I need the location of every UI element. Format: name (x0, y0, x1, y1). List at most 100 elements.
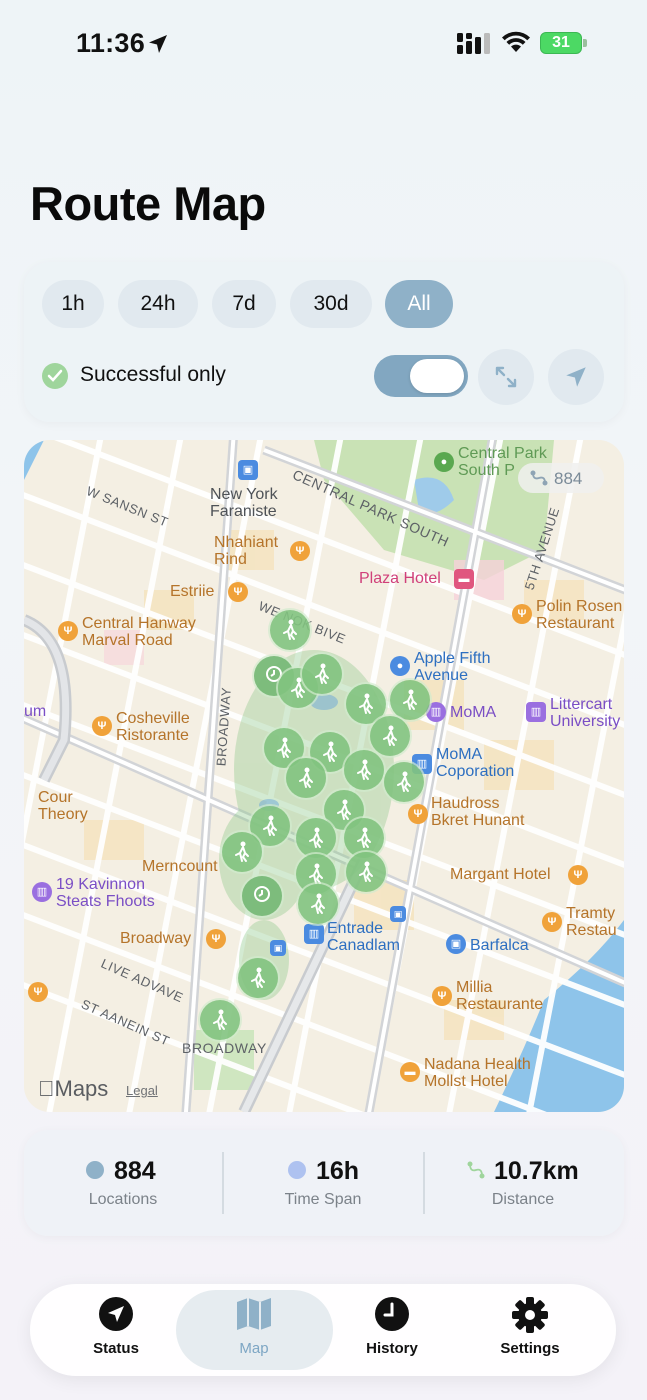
restaurant-icon: Ψ (408, 804, 428, 824)
poi-tramty[interactable]: Tramty Restau (566, 905, 617, 939)
poi-broadway[interactable]: Broadway (120, 930, 191, 947)
location-count: 884 (554, 469, 583, 488)
route-walk-marker[interactable] (344, 750, 384, 790)
locations-label: Locations (88, 1191, 158, 1208)
route-map[interactable]: W SANSN ST CENTRAL PARK SOUTH 5TH AVENUE… (24, 440, 624, 1112)
poi-merncount[interactable]: Merncount (142, 858, 218, 875)
walking-person-icon (403, 689, 417, 710)
route-walk-marker[interactable] (222, 832, 262, 872)
poi-kavinnon[interactable]: 19 Kavinnon Steats Fhoots (56, 876, 155, 910)
tab-history[interactable]: History (332, 1296, 452, 1366)
street-broadway-bottom: BROADWAY (182, 1040, 267, 1056)
checkmark-icon (42, 363, 68, 389)
legal-link[interactable]: Legal (126, 1083, 158, 1098)
walking-person-icon (323, 741, 337, 762)
park-pin-icon: ● (434, 452, 454, 472)
tab-status[interactable]: Status (56, 1296, 176, 1366)
route-walk-marker[interactable] (296, 818, 336, 858)
venue-icon: ▥ (32, 882, 52, 902)
university-icon: ▥ (526, 702, 546, 722)
poi-cosheville[interactable]: Cosheville Ristorante (116, 710, 190, 744)
route-walk-marker[interactable] (298, 884, 338, 924)
route-walk-marker[interactable] (238, 958, 278, 998)
hotel-icon: ▬ (454, 569, 474, 589)
bus-stop-icon: ▣ (390, 906, 406, 922)
tab-map-label: Map (239, 1340, 269, 1357)
restaurant-icon: Ψ (228, 582, 248, 602)
walking-person-icon (357, 759, 371, 780)
walking-person-icon (251, 967, 265, 988)
route-walk-marker[interactable] (286, 758, 326, 798)
cellular-signal-icon (457, 33, 490, 54)
poi-moma-coporation[interactable]: MoMA Coporation (436, 746, 514, 780)
walking-person-icon (283, 619, 297, 640)
poi-moma[interactable]: MoMA (450, 704, 496, 721)
tab-map[interactable]: Map (194, 1296, 314, 1366)
poi-cour-theory[interactable]: Cour Theory (38, 789, 88, 823)
walking-person-icon (337, 799, 351, 820)
page-title: Route Map (30, 177, 266, 230)
restaurant-icon: Ψ (432, 986, 452, 1006)
restaurant-icon: Ψ (206, 929, 226, 949)
poi-polin-rosen[interactable]: Polin Rosen Restaurant (536, 598, 622, 632)
route-walk-marker[interactable] (302, 654, 342, 694)
route-icon (467, 1161, 485, 1179)
hotel-icon: ▬ (400, 1062, 420, 1082)
range-1h-button[interactable]: 1h (42, 280, 104, 328)
status-bar: 11:36 31 (0, 0, 647, 90)
tab-status-label: Status (93, 1340, 139, 1357)
tab-settings-label: Settings (500, 1340, 560, 1357)
clock-icon (375, 1297, 409, 1331)
map-icon (237, 1298, 271, 1330)
route-time-marker[interactable] (242, 876, 282, 916)
route-walk-marker[interactable] (346, 852, 386, 892)
poi-margant-hotel[interactable]: Margant Hotel (450, 866, 551, 883)
poi-barfalca[interactable]: Barfalca (470, 937, 529, 954)
poi-littercart[interactable]: Littercart University (550, 696, 620, 730)
location-count-badge: 884 (518, 463, 604, 493)
expand-map-button[interactable] (478, 349, 534, 405)
walking-person-icon (315, 663, 329, 684)
range-30d-button[interactable]: 30d (290, 280, 372, 328)
poi-entrade[interactable]: Entrade Canadlam (327, 920, 400, 954)
walking-person-icon (309, 827, 323, 848)
distance-label: Distance (491, 1191, 555, 1208)
poi-estriie[interactable]: Estriie (170, 583, 214, 600)
poi-apple-fifth[interactable]: Apple Fifth Avenue (414, 650, 490, 684)
locate-me-button[interactable] (548, 349, 604, 405)
toggle-knob (410, 359, 464, 393)
shopping-icon: ▣ (446, 934, 466, 954)
poi-um[interactable]: um (24, 703, 46, 720)
transit-icon: ▣ (238, 460, 258, 480)
clock-icon (288, 1161, 306, 1179)
poi-central-hanway[interactable]: Central Hanway Marval Road (82, 615, 196, 649)
restaurant-icon: Ψ (92, 716, 112, 736)
route-walk-marker[interactable] (200, 1000, 240, 1040)
poi-nadana[interactable]: Nadana Health Mollst Hotel (424, 1056, 531, 1090)
route-walk-marker[interactable] (384, 762, 424, 802)
poi-nhahiant-rind[interactable]: Nhahiant Rind (214, 534, 278, 568)
tab-settings[interactable]: Settings (470, 1296, 590, 1366)
walking-person-icon (311, 893, 325, 914)
successful-only-toggle[interactable] (374, 355, 468, 397)
walking-person-icon (213, 1009, 227, 1030)
poi-new-york-faraniste[interactable]: New York Faraniste (210, 486, 278, 520)
poi-haudross[interactable]: Haudross Bkret Hunant (431, 795, 524, 829)
successful-only-label: Successful only (80, 363, 226, 386)
route-walk-marker[interactable] (370, 716, 410, 756)
range-7d-button[interactable]: 7d (212, 280, 276, 328)
route-walk-marker[interactable] (390, 680, 430, 720)
info-icon (86, 1161, 104, 1179)
range-all-button[interactable]: All (385, 280, 453, 328)
tab-history-label: History (366, 1340, 418, 1357)
range-24h-button[interactable]: 24h (118, 280, 198, 328)
poi-plaza-hotel[interactable]: Plaza Hotel (359, 570, 441, 587)
restaurant-icon: Ψ (542, 912, 562, 932)
expand-arrows-icon (495, 366, 517, 388)
stats-divider (423, 1152, 425, 1214)
route-walk-marker[interactable] (270, 610, 310, 650)
walking-person-icon (359, 693, 373, 714)
time-span-label: Time Span (284, 1191, 362, 1208)
poi-millia[interactable]: Millia Restaurante (456, 979, 543, 1013)
battery-icon: 31 (540, 32, 588, 54)
